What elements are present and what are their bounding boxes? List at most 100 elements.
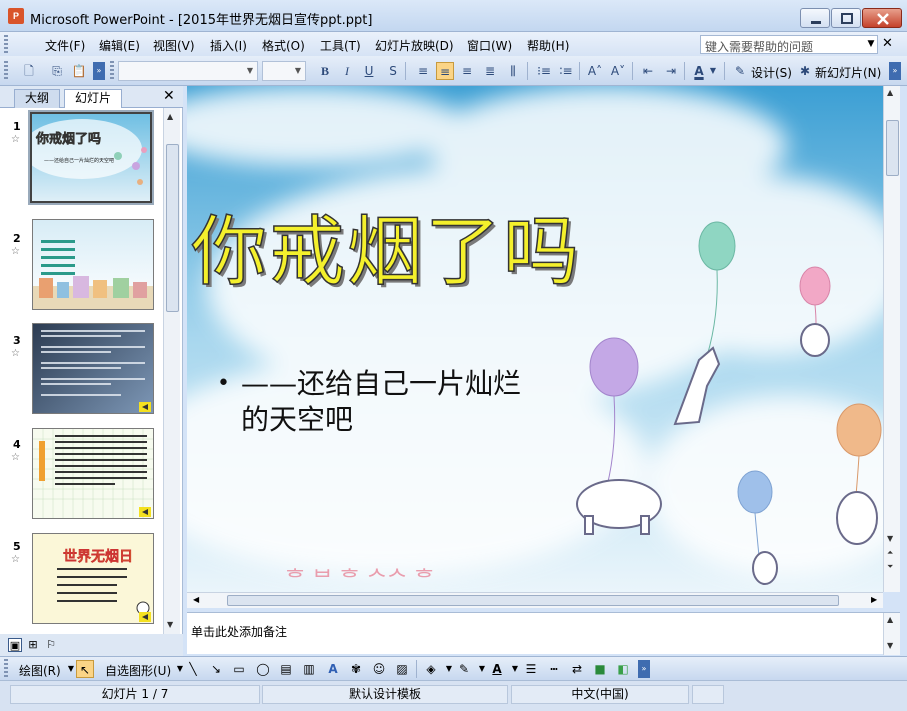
3d-style-icon[interactable]: ◧ — [614, 660, 632, 678]
line-color-icon[interactable]: ✎ — [455, 660, 473, 678]
decrease-font-icon[interactable]: A˅ — [609, 62, 627, 80]
notes-pane[interactable]: 单击此处添加备注 ▲ ▼ — [187, 612, 900, 655]
menu-help[interactable]: 帮助(H) — [527, 37, 569, 54]
rectangle-icon[interactable]: ▭ — [230, 660, 248, 678]
toolbar-grip-2[interactable] — [110, 61, 114, 81]
toolbar-grip[interactable] — [4, 659, 8, 679]
toolbar-options-icon[interactable]: » — [638, 660, 650, 678]
powerpoint-app-icon[interactable]: P — [8, 8, 24, 24]
paste-icon[interactable]: 📋 — [70, 62, 88, 80]
scroll-down-icon[interactable]: ▼ — [167, 620, 173, 629]
template-status[interactable]: 默认设计模板 — [262, 685, 508, 704]
next-slide-icon[interactable]: ⏷ — [887, 562, 893, 572]
autoshapes-button[interactable]: 自选图形(U) — [105, 662, 171, 679]
copy-icon[interactable]: ⎘ — [48, 62, 66, 80]
scroll-up-icon[interactable]: ▲ — [887, 88, 893, 97]
decrease-indent-icon[interactable]: ⇤ — [639, 62, 657, 80]
bullets-icon[interactable]: ∶≡ — [557, 62, 575, 80]
tab-outline[interactable]: 大纲 — [14, 89, 60, 108]
scroll-thumb[interactable] — [886, 120, 899, 176]
new-document-icon[interactable]: 🗋 — [20, 62, 38, 80]
new-slide-icon[interactable]: ✱ — [796, 62, 814, 80]
slide-thumbnail-1[interactable]: 你戒烟了吗 ——还给自己一片灿烂的天空吧 — [28, 110, 154, 205]
clipart-icon[interactable]: ☺ — [370, 660, 388, 678]
italic-icon[interactable]: I — [338, 62, 356, 80]
new-slide-button[interactable]: 新幻灯片(N) — [815, 64, 881, 81]
slide-sorter-icon[interactable]: ⊞ — [26, 638, 40, 652]
shadow-style-icon[interactable]: ■ — [591, 660, 609, 678]
menu-tools[interactable]: 工具(T) — [320, 37, 361, 54]
draw-menu-button[interactable]: 绘图(R) — [19, 662, 61, 679]
minimize-button[interactable] — [800, 8, 830, 28]
line-style-icon[interactable]: ☰ — [522, 660, 540, 678]
font-color-icon[interactable]: A — [690, 62, 708, 80]
scroll-thumb[interactable] — [166, 144, 179, 312]
picture-icon[interactable]: ▨ — [393, 660, 411, 678]
vertical-textbox-icon[interactable]: ▥ — [300, 660, 318, 678]
font-color-icon[interactable]: A — [488, 660, 506, 678]
help-dropdown-icon[interactable]: ▼ — [864, 36, 878, 53]
tab-slides[interactable]: 幻灯片 — [64, 89, 122, 109]
wordart-icon[interactable]: A — [324, 660, 342, 678]
toolbar-grip[interactable] — [4, 61, 8, 81]
close-window-button[interactable] — [862, 8, 902, 28]
slide-thumbnail-5[interactable]: 世界无烟日 — [32, 533, 154, 624]
slide-thumbnail-4[interactable] — [32, 428, 154, 519]
slide-vertical-scrollbar[interactable]: ▲ ▼ ⏶ ⏷ — [883, 86, 900, 592]
bold-icon[interactable]: B — [316, 62, 334, 80]
align-right-icon[interactable]: ≡ — [458, 62, 476, 80]
scroll-down-icon[interactable]: ▼ — [887, 534, 893, 543]
design-icon[interactable]: ✎ — [731, 62, 749, 80]
scroll-up-icon[interactable]: ▲ — [887, 615, 893, 624]
maximize-button[interactable] — [831, 8, 861, 28]
arrow-icon[interactable]: ↘ — [207, 660, 225, 678]
align-center-icon[interactable]: ≡ — [436, 62, 454, 80]
fill-color-icon[interactable]: ◈ — [422, 660, 440, 678]
scroll-left-icon[interactable]: ◀ — [193, 595, 199, 604]
chevron-down-icon[interactable]: ▼ — [291, 62, 305, 80]
slide-thumbnail-3[interactable] — [32, 323, 154, 414]
menu-edit[interactable]: 编辑(E) — [99, 37, 140, 54]
dash-style-icon[interactable]: ┅ — [545, 660, 563, 678]
slide-thumbnail-2[interactable] — [32, 219, 154, 310]
menu-file[interactable]: 文件(F) — [45, 37, 85, 54]
increase-font-icon[interactable]: A˄ — [586, 62, 604, 80]
chevron-down-icon[interactable]: ▼ — [708, 62, 718, 80]
toolbar-options-icon[interactable]: » — [889, 62, 901, 80]
font-size-combo[interactable]: ▼ — [262, 61, 306, 81]
textbox-icon[interactable]: ▤ — [277, 660, 295, 678]
notes-placeholder[interactable]: 单击此处添加备注 — [191, 623, 287, 640]
scroll-thumb[interactable] — [227, 595, 839, 606]
previous-slide-icon[interactable]: ⏶ — [887, 548, 893, 558]
menu-view[interactable]: 视图(V) — [153, 37, 195, 54]
scroll-up-icon[interactable]: ▲ — [167, 112, 173, 121]
menu-slideshow[interactable]: 幻灯片放映(D) — [375, 37, 454, 54]
menu-format[interactable]: 格式(O) — [262, 37, 305, 54]
toolbar-options-icon[interactable]: » — [93, 62, 105, 80]
line-icon[interactable]: ╲ — [184, 660, 202, 678]
design-button[interactable]: 设计(S) — [751, 64, 792, 81]
scroll-right-icon[interactable]: ▶ — [871, 595, 877, 604]
select-pointer-icon[interactable]: ↖ — [76, 660, 94, 678]
slide-canvas[interactable]: ᄒ ᄇ ᄒ ᄉᄉ ᄒ 你戒烟了吗 • ——还给自己一片灿烂 的天空吧 — [187, 86, 883, 592]
menu-insert[interactable]: 插入(I) — [210, 37, 247, 54]
increase-indent-icon[interactable]: ⇥ — [662, 62, 680, 80]
arrow-style-icon[interactable]: ⇄ — [568, 660, 586, 678]
font-name-combo[interactable]: ▼ — [118, 61, 258, 81]
menu-grip[interactable] — [4, 35, 8, 53]
notes-scrollbar[interactable]: ▲ ▼ — [883, 613, 900, 655]
scroll-down-icon[interactable]: ▼ — [887, 641, 893, 650]
menu-window[interactable]: 窗口(W) — [467, 37, 512, 54]
slide-title[interactable]: 你戒烟了吗 — [190, 190, 581, 300]
help-search-input[interactable]: 键入需要帮助的问题 — [700, 35, 878, 54]
oval-icon[interactable]: ◯ — [254, 660, 272, 678]
close-document-icon[interactable]: ✕ — [882, 36, 896, 51]
numbering-icon[interactable]: ⁝≡ — [535, 62, 553, 80]
shadow-icon[interactable]: S — [384, 62, 402, 80]
chevron-down-icon[interactable]: ▼ — [243, 62, 257, 80]
diagram-icon[interactable]: ✾ — [347, 660, 365, 678]
slideshow-icon[interactable]: ⚐ — [44, 638, 58, 652]
close-pane-icon[interactable]: ✕ — [163, 88, 175, 104]
distribute-icon[interactable]: ⫼ — [504, 62, 522, 80]
slide-horizontal-scrollbar[interactable]: ◀ ▶ — [187, 592, 883, 608]
